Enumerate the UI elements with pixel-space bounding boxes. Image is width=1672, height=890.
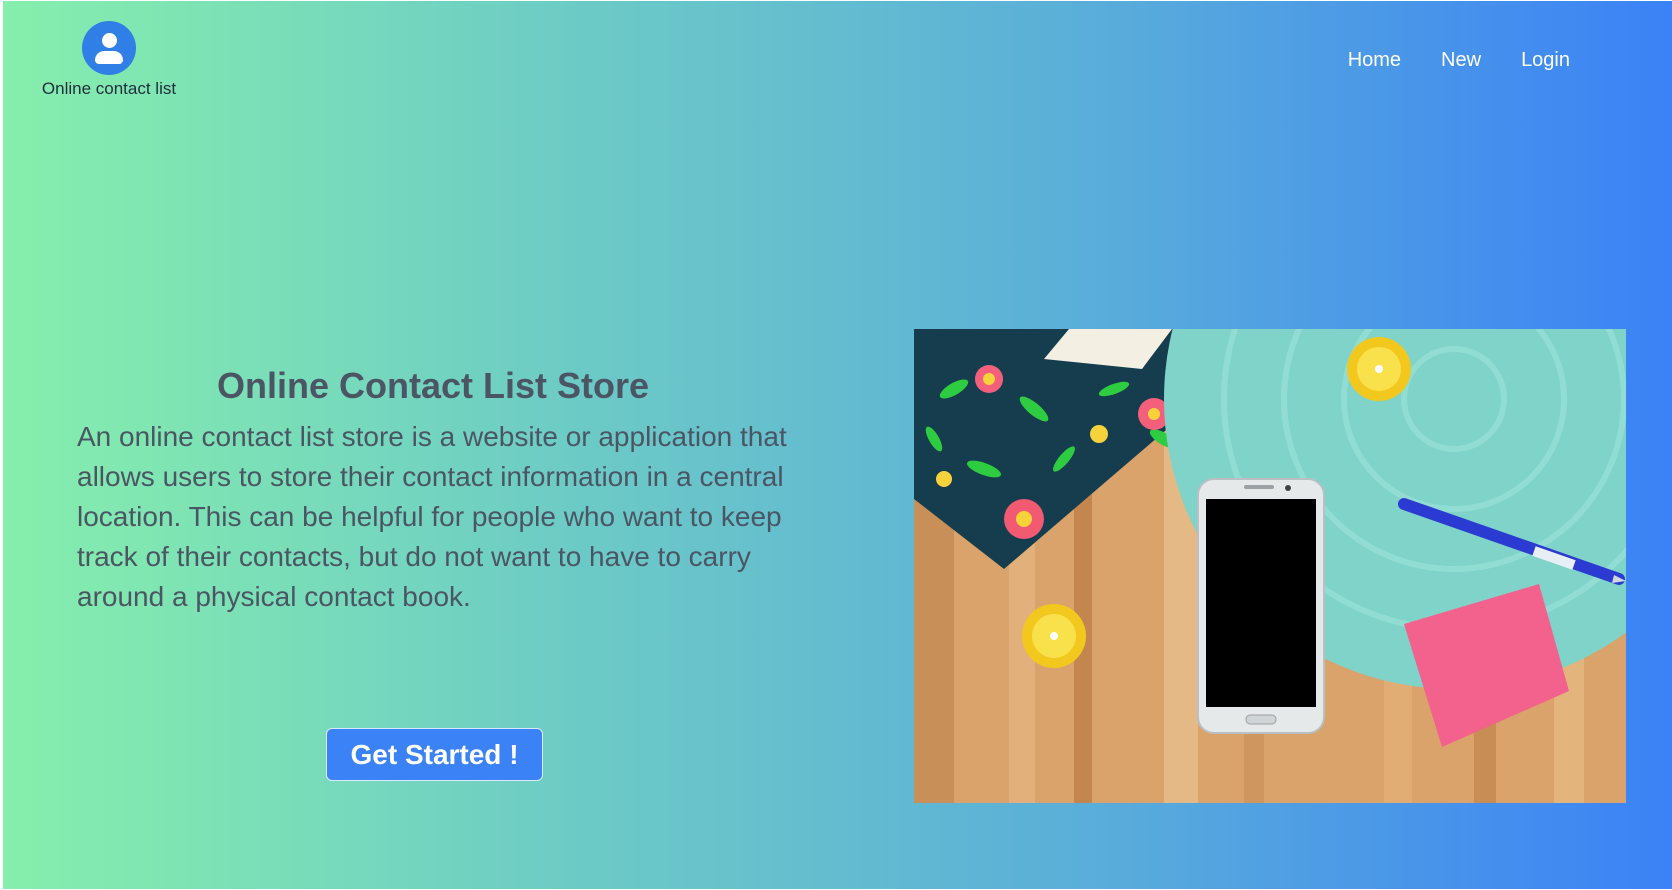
- nav-login-link[interactable]: Login: [1501, 49, 1590, 72]
- main-nav: Home New Login: [1328, 49, 1590, 72]
- contact-person-icon: [82, 21, 136, 75]
- page-background: Online contact list Home New Login Onlin…: [3, 1, 1672, 889]
- nav-home-link[interactable]: Home: [1328, 49, 1421, 72]
- hero-description: An online contact list store is a websit…: [77, 421, 787, 612]
- brand[interactable]: Online contact list: [29, 21, 189, 99]
- get-started-button[interactable]: Get Started !: [326, 728, 543, 781]
- brand-name: Online contact list: [41, 79, 177, 98]
- hero-title: Online Contact List Store: [216, 365, 650, 406]
- hero-image: [914, 329, 1626, 803]
- nav-new-link[interactable]: New: [1421, 49, 1501, 72]
